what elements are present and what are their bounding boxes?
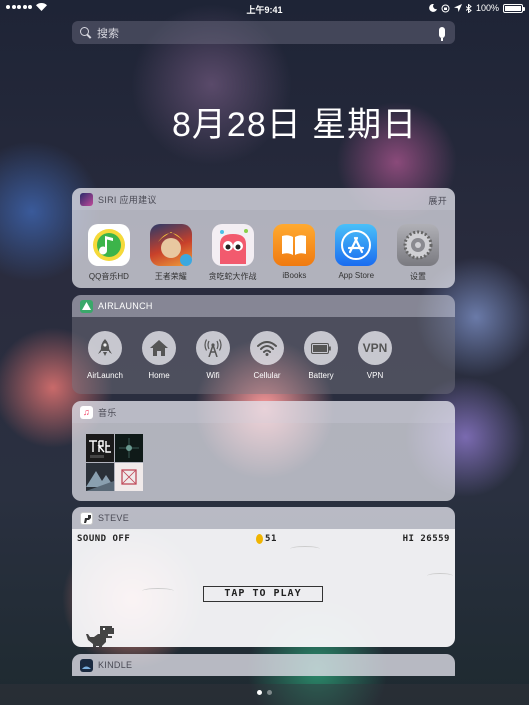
date-heading: 8月28日 星期日 [172, 106, 418, 144]
widget-title: 音乐 [98, 407, 117, 418]
app-store-icon [335, 224, 378, 266]
airlaunch-item-cellular[interactable]: Cellular [244, 331, 290, 394]
search-bar[interactable]: 搜索 [72, 21, 455, 44]
snake-io-icon [211, 224, 254, 266]
widget-title: STEVE [98, 513, 130, 523]
tap-to-play-button[interactable]: TAP TO PLAY [203, 586, 323, 602]
search-input[interactable]: 搜索 [97, 25, 439, 41]
airlaunch-widget: AIRLAUNCH AirLaunch Home Wifi Cellular B… [72, 295, 455, 394]
siri-icon [80, 192, 93, 206]
steve-app-icon [80, 511, 93, 525]
airlaunch-item-vpn[interactable]: VPN VPN [352, 331, 398, 394]
airlaunch-label: Battery [308, 371, 334, 380]
dinosaur-icon [86, 626, 114, 647]
app-settings[interactable]: 设置 [387, 224, 449, 288]
rocket-icon [88, 331, 122, 365]
steve-game-area[interactable]: SOUND OFF 51 HI 26559 TAP TO PLAY [72, 529, 455, 647]
app-label: 贪吃蛇大作战 [208, 272, 257, 281]
coin-count: 51 [265, 534, 277, 544]
cloud-decoration [142, 588, 174, 594]
antenna-icon [196, 331, 230, 365]
coin-counter: 51 [256, 534, 277, 544]
wifi-signal-icon [250, 331, 284, 365]
app-qq-music[interactable]: QQ音乐HD [78, 224, 140, 288]
airlaunch-app-icon [80, 299, 93, 313]
sound-toggle[interactable]: SOUND OFF [77, 534, 130, 544]
honor-of-kings-icon [149, 224, 192, 266]
vpn-icon: VPN [358, 331, 392, 365]
app-honor-of-kings[interactable]: 王者荣耀 [140, 224, 202, 288]
music-widget: ♫ 音乐 [72, 401, 455, 501]
cloud-decoration [427, 573, 453, 579]
kindle-app-icon [80, 658, 93, 672]
music-app-icon: ♫ [80, 405, 93, 419]
airlaunch-label: AirLaunch [86, 371, 124, 380]
airlaunch-label: Cellular [253, 371, 281, 380]
battery-percent: 100% [475, 3, 499, 13]
album-art[interactable] [86, 463, 114, 491]
airlaunch-label: Wifi [206, 371, 220, 380]
widget-header: STEVE [72, 507, 455, 529]
bluetooth-icon [465, 3, 472, 13]
page-indicator[interactable] [0, 690, 529, 695]
widget-title: SIRI 应用建议 [98, 194, 157, 205]
status-bar: 上午9:41 100% [0, 0, 529, 16]
location-icon [453, 4, 462, 12]
widget-header: SIRI 应用建议 展开 [72, 188, 455, 210]
widget-header: ♫ 音乐 [72, 401, 455, 423]
game-hud: SOUND OFF 51 HI 26559 [77, 534, 450, 544]
album-grid [86, 434, 143, 491]
app-label: App Store [338, 271, 375, 280]
airlaunch-item-battery[interactable]: Battery [298, 331, 344, 394]
widget-title: AIRLAUNCH [98, 301, 153, 311]
page-dot [267, 690, 272, 695]
widget-header: AIRLAUNCH [72, 295, 455, 317]
ibooks-icon [273, 224, 316, 266]
app-app-store[interactable]: App Store [325, 224, 387, 288]
qq-music-icon [87, 224, 130, 266]
cloud-decoration [290, 546, 320, 552]
music-body [72, 423, 455, 501]
high-score: HI 26559 [402, 534, 450, 544]
app-label: iBooks [282, 271, 307, 280]
album-art[interactable] [115, 434, 143, 462]
expand-button[interactable]: 展开 [428, 194, 447, 207]
airlaunch-item-wifi[interactable]: Wifi [190, 331, 236, 394]
app-snake[interactable]: 贪吃蛇大作战 [202, 224, 264, 288]
album-art[interactable] [115, 463, 143, 491]
album-art[interactable] [86, 434, 114, 462]
kindle-widget: KINDLE [72, 654, 455, 684]
coin-icon [256, 534, 264, 544]
steve-widget: STEVE SOUND OFF 51 HI 26559 TAP TO PLAY [72, 507, 455, 647]
rotation-lock-icon [441, 4, 450, 12]
airlaunch-item-home[interactable]: Home [136, 331, 182, 394]
siri-app-list: QQ音乐HD 王者荣耀 贪吃蛇大作战 iBooks App Store 设置 [72, 210, 455, 288]
airlaunch-item-airlaunch[interactable]: AirLaunch [82, 331, 128, 394]
app-label: 设置 [410, 272, 427, 281]
battery-icon [304, 331, 338, 365]
app-ibooks[interactable]: iBooks [263, 224, 325, 288]
status-right: 100% [429, 3, 525, 13]
moon-icon [429, 4, 437, 12]
vpn-icon-text: VPN [362, 341, 388, 355]
app-label: QQ音乐HD [88, 272, 129, 281]
battery-icon [503, 3, 525, 13]
app-label: 王者荣耀 [154, 272, 187, 281]
page-dot-active [257, 690, 262, 695]
home-icon [142, 331, 176, 365]
airlaunch-items: AirLaunch Home Wifi Cellular Battery VPN… [72, 317, 455, 394]
settings-icon [397, 224, 440, 266]
widget-title: KINDLE [98, 660, 133, 670]
search-icon [80, 27, 91, 38]
airlaunch-label: Home [148, 371, 170, 380]
airlaunch-label: VPN [366, 371, 384, 380]
siri-suggestions-widget: SIRI 应用建议 展开 QQ音乐HD 王者荣耀 贪吃蛇大作战 iBooks A… [72, 188, 455, 288]
microphone-icon[interactable] [439, 27, 445, 41]
widget-header: KINDLE [72, 654, 455, 676]
